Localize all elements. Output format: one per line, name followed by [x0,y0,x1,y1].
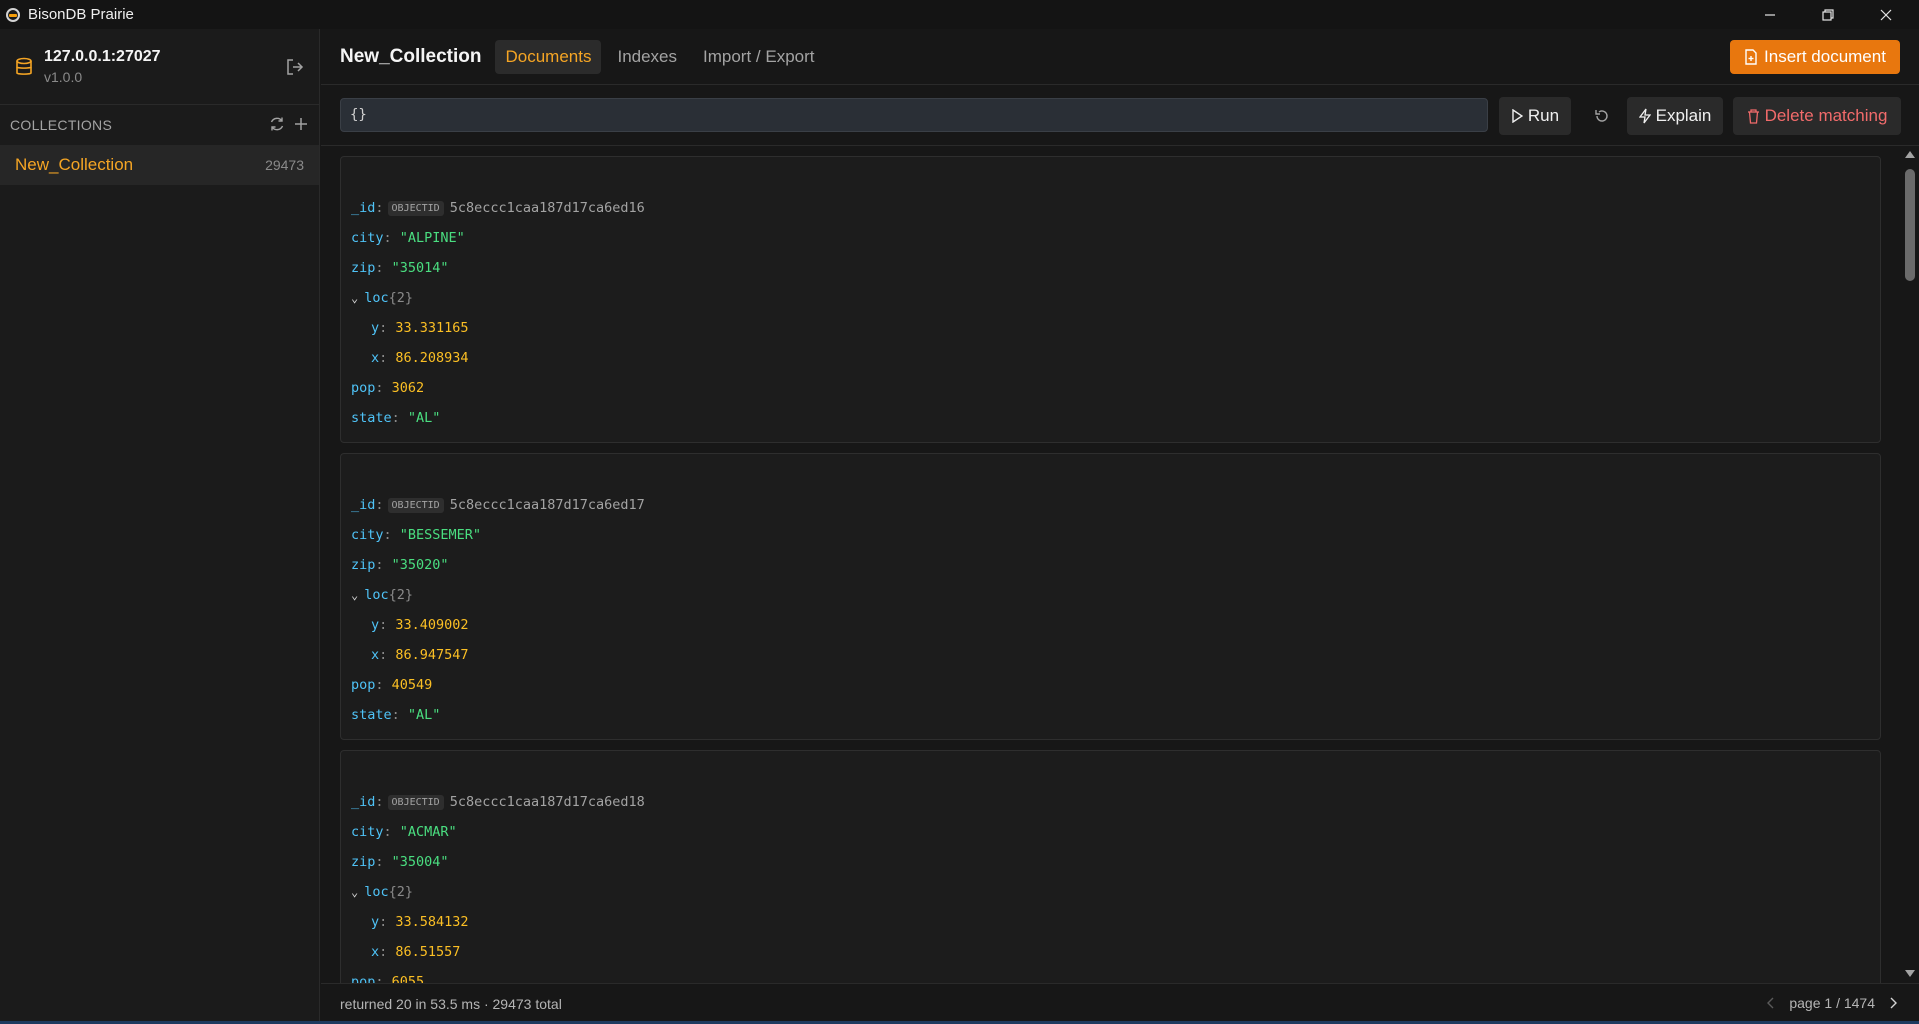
field-id: _id: OBJECTID 5c8eccc1caa187d17ca6ed16 [351,200,645,216]
field-loc[interactable]: ⌄ loc {2} [351,877,1880,907]
field-id: _id: OBJECTID 5c8eccc1caa187d17ca6ed17 [351,497,645,513]
page-indicator: page 1 / 1474 [1789,995,1875,1011]
document-id: 5c8eccc1caa187d17ca6ed18 [449,794,645,810]
explain-button[interactable]: Explain [1627,97,1723,135]
app-logo-icon [6,7,20,22]
collection-count: 29473 [265,157,304,173]
connection-host: 127.0.0.1:27027 [44,48,161,65]
insert-document-label: Insert document [1764,47,1886,66]
scroll-down-arrow-icon[interactable] [1905,970,1915,977]
field-city: city: "BESSEMER" [351,527,482,543]
chevron-down-icon[interactable]: ⌄ [351,588,358,602]
chevron-down-icon[interactable]: ⌄ [351,885,358,899]
collection-title: New_Collection [340,45,482,67]
insert-document-button[interactable]: Insert document [1730,40,1900,74]
collections-heading: COLLECTIONS [10,117,113,133]
restore-icon [1822,8,1834,21]
minimize-button[interactable] [1741,0,1799,29]
field-state: state: "AL" [351,707,441,723]
app-version: v1.0.0 [44,69,83,85]
minimize-icon [1765,13,1775,16]
documents-list: _id: OBJECTID 5c8eccc1caa187d17ca6ed16 cit… [321,147,1901,983]
objectid-badge: OBJECTID [387,794,444,810]
field-pop: pop: 3062 [351,380,425,396]
field-loc[interactable]: ⌄ loc {2} [351,580,1880,610]
scrollbar-thumb[interactable] [1905,169,1915,281]
add-collection-icon[interactable] [293,116,309,132]
document-card[interactable]: _id: OBJECTID 5c8eccc1caa187d17ca6ed17 cit… [340,453,1881,740]
lightning-icon [1638,108,1651,124]
field-zip: zip: "35020" [351,557,449,573]
tab-documents[interactable]: Documents [495,39,602,74]
field-loc-y: y: 33.584132 [371,914,469,930]
document-id: 5c8eccc1caa187d17ca6ed16 [449,200,645,216]
field-zip: zip: "35014" [351,260,449,276]
trash-icon [1747,108,1759,124]
tab-import-export[interactable]: Import / Export [693,40,824,74]
refresh-collections-icon[interactable] [269,116,285,132]
run-label: Run [1527,106,1560,125]
file-plus-icon [1745,49,1757,65]
document-card[interactable]: _id: OBJECTID 5c8eccc1caa187d17ca6ed18 cit… [340,750,1881,983]
field-id: _id: OBJECTID 5c8eccc1caa187d17ca6ed18 [351,794,645,810]
query-input[interactable]: {} [340,98,1488,132]
document-card[interactable]: _id: OBJECTID 5c8eccc1caa187d17ca6ed16 cit… [340,156,1881,443]
field-city: city: "ACMAR" [351,824,457,840]
logout-icon[interactable] [285,57,305,77]
field-zip: zip: "35004" [351,854,449,870]
restore-button[interactable] [1799,0,1857,29]
close-window-button[interactable] [1857,0,1915,29]
pagination: page 1 / 1474 [1767,995,1897,1011]
field-loc-x: x: 86.208934 [371,350,469,366]
query-bar: {} Run Explain Delete matching [321,85,1919,146]
connection-panel: 127.0.0.1:27027 v1.0.0 [0,29,319,105]
documents-scrollbar[interactable] [1901,147,1919,983]
reset-query-button[interactable] [1587,97,1617,135]
reset-icon [1595,110,1608,122]
collection-name: New_Collection [15,155,134,174]
field-pop: pop: 40549 [351,677,433,693]
field-loc-x: x: 86.947547 [371,647,469,663]
field-pop: pop: 6055 [351,974,425,983]
document-id: 5c8eccc1caa187d17ca6ed17 [449,497,645,513]
objectid-badge: OBJECTID [387,497,444,513]
field-loc-y: y: 33.409002 [371,617,469,633]
status-bar: returned 20 in 53.5 ms · 29473 total pag… [321,983,1919,1024]
query-summary: returned 20 in 53.5 ms · 29473 total [340,996,562,1012]
field-loc-y: y: 33.331165 [371,320,469,336]
field-loc[interactable]: ⌄ loc {2} [351,283,1880,313]
sidebar-item-new-collection[interactable]: New_Collection 29473 [0,145,319,185]
top-bar: New_Collection Documents Indexes Import … [321,29,1919,85]
chevron-down-icon[interactable]: ⌄ [351,291,358,305]
run-button[interactable]: Run [1499,97,1571,135]
play-icon [1512,109,1523,123]
tab-indexes[interactable]: Indexes [607,40,687,74]
delete-matching-button[interactable]: Delete matching [1733,97,1901,135]
window-title: BisonDB Prairie [28,6,134,23]
explain-label: Explain [1655,106,1712,125]
sidebar: 127.0.0.1:27027 v1.0.0 COLLECTIONS New_C… [0,29,320,1024]
scroll-up-arrow-icon[interactable] [1905,151,1915,158]
next-page-icon[interactable] [1889,997,1897,1009]
field-city: city: "ALPINE" [351,230,465,246]
main-panel: New_Collection Documents Indexes Import … [321,29,1919,1024]
database-icon [16,57,32,75]
field-loc-x: x: 86.51557 [371,944,461,960]
objectid-badge: OBJECTID [387,200,444,216]
collections-header: COLLECTIONS [0,105,319,145]
title-bar: BisonDB Prairie [0,0,1919,29]
delete-matching-label: Delete matching [1764,106,1888,125]
previous-page-icon[interactable] [1767,997,1775,1009]
field-state: state: "AL" [351,410,441,426]
close-icon [1880,9,1892,20]
